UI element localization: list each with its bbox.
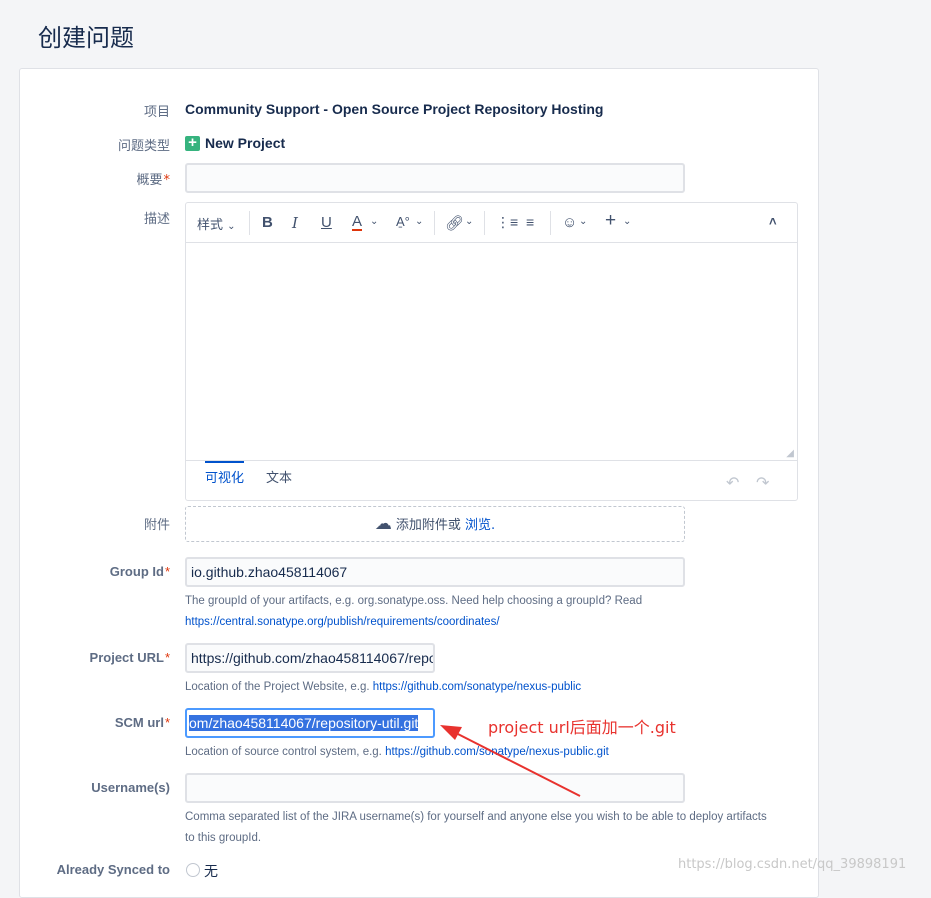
already-synced-label: Already Synced to [56,862,170,877]
undo-icon[interactable]: ↶ [726,473,739,493]
resize-handle-icon[interactable]: ◢ [786,448,794,459]
insert-plus-icon[interactable]: + [605,210,616,232]
toolbar-divider [249,211,250,235]
radio-none[interactable] [186,863,200,877]
upload-cloud-icon: ☁︎ [374,514,392,534]
scm-url-selected-value: om/zhao458114067/repository-util.git [189,715,419,731]
toolbar-divider [484,211,485,235]
tab-visual[interactable]: 可视化 [205,461,245,486]
nexus-public-git-link[interactable]: https://github.com/sonatype/nexus-public… [385,746,609,758]
chevron-down-icon: ⌄ [227,221,236,232]
description-editor: 样式 ⌄ B I U A ⌄ A̱° ⌄ 🔗︎ ⌄ ⋮≡ ≡ ☺ ⌄ + ⌄ ˄… [185,202,798,501]
group-id-help: The groupId of your artifacts, e.g. org.… [185,595,643,628]
scm-url-input[interactable]: om/zhao458114067/repository-util.git [185,708,435,738]
chevron-down-icon[interactable]: ⌄ [415,216,423,227]
toolbar-divider [550,211,551,235]
summary-label: 概要* [136,173,170,188]
emoji-icon[interactable]: ☺ [562,214,577,231]
editor-mode-tabs: 可视化 文本 ↶ ↷ [186,460,797,500]
chevron-down-icon[interactable]: ⌄ [579,216,587,227]
chevron-down-icon[interactable]: ⌄ [370,216,378,227]
new-project-icon: + [185,135,200,151]
browse-link[interactable]: 浏览. [465,518,495,533]
issue-type-label: 问题类型 [117,139,170,154]
issue-type-value: New Project [205,135,286,151]
usernames-help: Comma separated list of the JIRA usernam… [185,811,767,844]
usernames-label: Username(s) [91,780,170,795]
watermark: https://blog.csdn.net/qq_39898191 [678,857,907,872]
collapse-toolbar-icon[interactable]: ˄ [769,214,777,229]
issue-type-select[interactable]: + New Project [185,135,285,151]
radio-none-label: 无 [204,864,218,880]
project-label: 项目 [143,105,170,120]
attachment-text: 添加附件或 [395,518,465,533]
attachment-dropzone[interactable]: ☁︎ 添加附件或 浏览. [185,506,685,542]
project-url-help: Location of the Project Website, e.g. ht… [185,681,582,693]
redo-icon[interactable]: ↷ [756,473,769,493]
text-color-icon[interactable]: A [352,214,363,231]
more-formatting-icon[interactable]: A̱° [396,214,410,229]
scm-url-help: Location of source control system, e.g. … [185,746,609,758]
italic-icon[interactable]: I [292,214,298,232]
style-dropdown[interactable]: 样式 ⌄ [197,214,236,233]
group-id-label: Group Id* [109,564,170,579]
project-url-input[interactable]: https://github.com/zhao458114067/reposit… [185,643,435,673]
chevron-down-icon[interactable]: ⌄ [465,216,473,227]
attachment-label: 附件 [143,518,170,533]
coordinates-link[interactable]: https://central.sonatype.org/publish/req… [185,616,500,628]
annotation-text: project url后面加一个.git [488,718,676,737]
page-title: 创建问题 [38,24,134,52]
underline-icon[interactable]: U [321,214,332,231]
numbered-list-icon[interactable]: ≡ [526,214,534,230]
bold-icon[interactable]: B [262,214,273,231]
link-icon[interactable]: 🔗︎ [445,214,464,232]
group-id-input[interactable]: io.github.zhao458114067 [185,557,685,587]
tab-text[interactable]: 文本 [266,467,292,486]
scm-url-label: SCM url* [114,715,170,730]
editor-toolbar: 样式 ⌄ B I U A ⌄ A̱° ⌄ 🔗︎ ⌄ ⋮≡ ≡ ☺ ⌄ + ⌄ ˄ [186,203,797,243]
description-textarea[interactable]: ◢ [186,243,797,460]
project-value: Community Support - Open Source Project … [185,101,604,117]
toolbar-divider [434,211,435,235]
description-label: 描述 [143,212,170,227]
project-url-label: Project URL* [89,650,170,665]
usernames-input[interactable] [185,773,685,803]
bullet-list-icon[interactable]: ⋮≡ [496,214,518,231]
chevron-down-icon[interactable]: ⌄ [623,216,631,227]
create-issue-form: 项目 Community Support - Open Source Proje… [19,68,819,898]
summary-input[interactable] [185,163,685,193]
nexus-public-link[interactable]: https://github.com/sonatype/nexus-public [373,681,581,693]
